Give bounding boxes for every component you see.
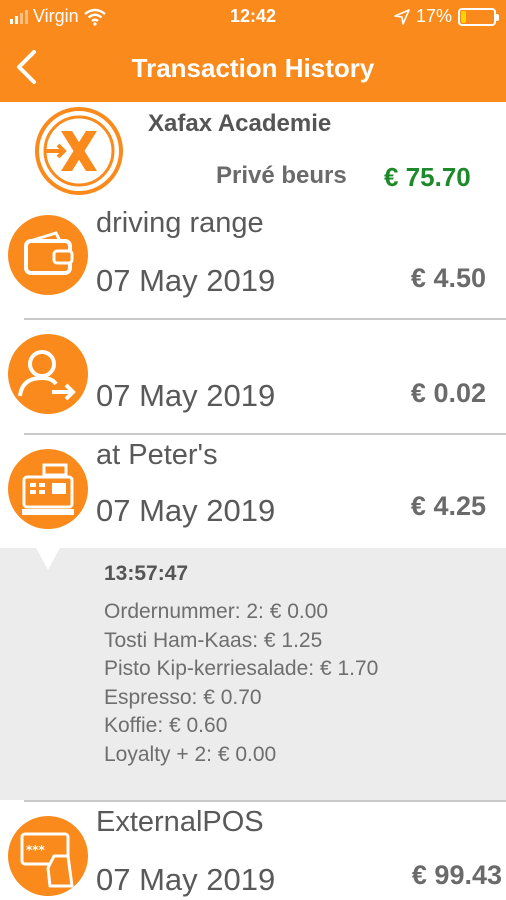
transaction-name: ExternalPOS — [96, 806, 264, 838]
battery-percent: 17% — [415, 6, 452, 26]
transaction-row[interactable]: *** ExternalPOS 07 May 2019 € 99.43 — [0, 802, 506, 900]
card-terminal-icon: *** — [8, 816, 88, 896]
wallet-icon — [8, 215, 88, 295]
account-name: Xafax Academie — [148, 110, 332, 137]
transaction-date: 07 May 2019 — [96, 263, 276, 298]
xafax-logo-icon — [35, 107, 123, 195]
transaction-amount: € 4.25 — [410, 491, 486, 521]
balance-label: Privé beurs — [216, 162, 347, 189]
user-transfer-icon — [8, 334, 88, 414]
status-bar: Virgin 12:42 17% — [0, 0, 506, 34]
transaction-row[interactable]: 07 May 2019 € 0.02 — [0, 320, 506, 434]
location-arrow-icon — [394, 8, 410, 25]
transaction-amount: € 4.50 — [410, 263, 486, 293]
order-line: Ordernummer: 2: € 0.00 — [104, 600, 329, 623]
order-line: Espresso: € 0.70 — [104, 685, 262, 709]
order-line: Pisto Kip-kerriesalade: € 1.70 — [104, 657, 379, 680]
transaction-date: 07 May 2019 — [96, 493, 276, 528]
transaction-row[interactable]: driving range 07 May 2019 € 4.50 — [0, 205, 506, 320]
transaction-name: at Peter's — [96, 439, 218, 471]
order-line: Koffie: € 0.60 — [104, 714, 228, 737]
transaction-date: 07 May 2019 — [96, 862, 276, 897]
cash-register-icon — [8, 449, 88, 529]
page-title: Transaction History — [131, 53, 375, 83]
top-bar: Virgin 12:42 17% Transaction History — [0, 0, 506, 102]
transaction-detail-panel: 13:57:47 Ordernummer: 2: € 0.00 Tosti Ha… — [0, 548, 506, 800]
order-lines: Ordernummer: 2: € 0.00 Tosti Ham-Kaas: €… — [104, 598, 378, 769]
transaction-amount: € 99.43 — [411, 860, 502, 890]
battery-icon — [458, 7, 499, 26]
battery-fill — [461, 10, 466, 23]
transaction-row[interactable]: at Peter's 07 May 2019 € 4.25 — [0, 435, 506, 548]
detail-time: 13:57:47 — [104, 562, 189, 585]
balance-value: € 75.70 — [384, 162, 471, 192]
order-line: Loyalty + 2: € 0.00 — [104, 742, 277, 766]
transaction-name: driving range — [96, 207, 264, 239]
transaction-amount: € 0.02 — [410, 378, 486, 408]
order-line: Tosti Ham-Kaas: € 1.25 — [104, 628, 323, 652]
svg-text:***: *** — [26, 843, 46, 857]
status-right: 17% — [394, 6, 499, 27]
transaction-date: 07 May 2019 — [96, 378, 276, 413]
detail-pointer — [36, 548, 60, 570]
